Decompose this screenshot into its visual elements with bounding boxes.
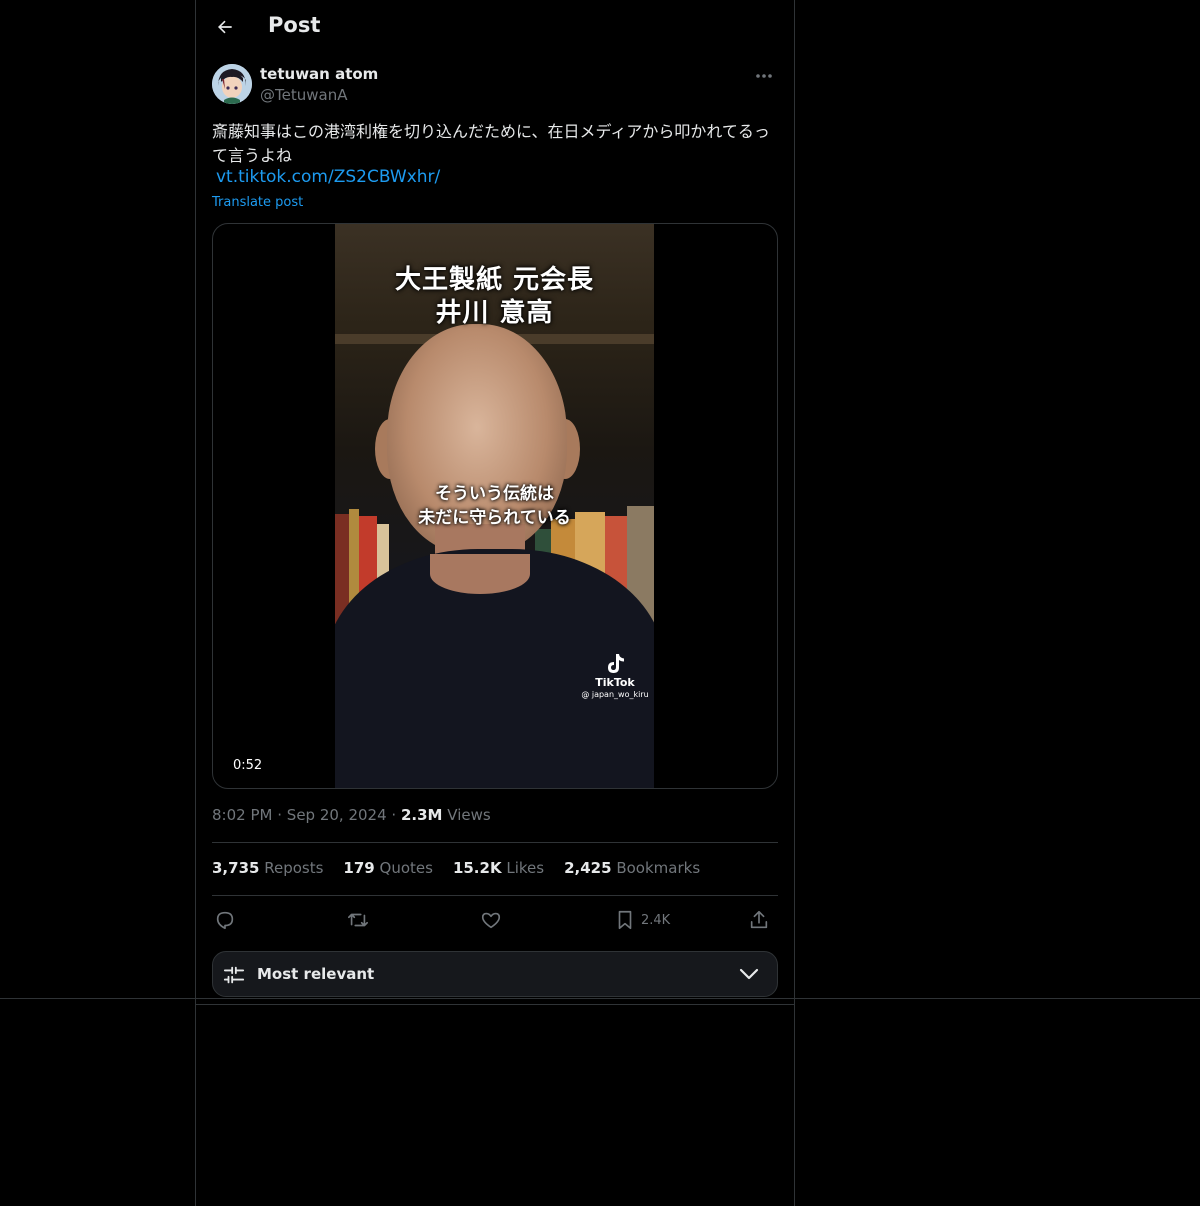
post-stats: 3,735 Reposts 179 Quotes 15.2K Likes 2,4… bbox=[212, 859, 778, 877]
repost-button[interactable] bbox=[346, 905, 370, 935]
tiktok-watermark: TikTok @ japan_wo_kiru bbox=[579, 652, 651, 700]
bookmarks-stat[interactable]: 2,425 Bookmarks bbox=[564, 859, 700, 877]
separator-dot: · bbox=[277, 806, 283, 824]
tiktok-brand-label: TikTok bbox=[595, 676, 635, 689]
post-link[interactable]: vt.tiktok.com/ZS2CBWxhr/ bbox=[216, 167, 440, 187]
post-author: tetuwan atom @TetuwanA bbox=[212, 64, 778, 108]
tiktok-logo-icon bbox=[608, 654, 624, 673]
translate-post-link[interactable]: Translate post bbox=[212, 195, 303, 210]
arrow-left-icon bbox=[218, 20, 232, 34]
more-options-button[interactable] bbox=[750, 66, 778, 86]
sliders-icon bbox=[223, 966, 245, 984]
heart-icon bbox=[481, 912, 501, 929]
post-actions: 2.4K bbox=[212, 905, 778, 935]
video-duration: 0:52 bbox=[225, 756, 271, 775]
page-title: Post bbox=[268, 13, 321, 37]
tiktok-username: @ japan_wo_kiru bbox=[581, 690, 649, 699]
video-overlay-caption: そういう伝統は 未だに守られている bbox=[418, 484, 571, 528]
video-frame: 大王製紙 元会長 井川 意高 そういう伝統は 未だに守られている TikTok … bbox=[335, 224, 654, 788]
views-label: Views bbox=[447, 806, 491, 824]
quotes-stat[interactable]: 179 Quotes bbox=[343, 859, 433, 877]
bookmark-icon bbox=[618, 910, 632, 930]
sort-label: Most relevant bbox=[257, 965, 375, 983]
likes-stat[interactable]: 15.2K Likes bbox=[453, 859, 544, 877]
page-header: Post bbox=[196, 0, 794, 54]
video-player[interactable]: 大王製紙 元会長 井川 意高 そういう伝統は 未だに守られている TikTok … bbox=[212, 223, 778, 789]
video-overlay-title: 大王製紙 元会長 井川 意高 bbox=[394, 265, 595, 328]
like-button[interactable] bbox=[480, 905, 502, 935]
reply-sort-dropdown[interactable]: Most relevant bbox=[212, 951, 778, 997]
primary-column: Post tetuwan atom @TetuwanA 斎藤知事はこの港湾利権を… bbox=[195, 0, 795, 1206]
reposts-stat[interactable]: 3,735 Reposts bbox=[212, 859, 323, 877]
avatar[interactable] bbox=[212, 64, 252, 104]
post-date[interactable]: Sep 20, 2024 bbox=[287, 806, 387, 824]
reply-icon bbox=[216, 911, 234, 930]
author-handle[interactable]: @TetuwanA bbox=[260, 86, 347, 104]
chevron-down-icon bbox=[739, 968, 759, 980]
divider bbox=[212, 842, 778, 843]
reply-button[interactable] bbox=[214, 905, 236, 935]
bookmark-count: 2.4K bbox=[641, 912, 671, 928]
divider bbox=[196, 1004, 794, 1005]
avatar-image bbox=[212, 64, 252, 104]
more-horizontal-icon bbox=[756, 74, 772, 78]
back-button[interactable] bbox=[212, 14, 238, 40]
divider bbox=[212, 895, 778, 896]
share-button[interactable] bbox=[748, 905, 770, 935]
horizontal-rule bbox=[0, 998, 1200, 999]
post-text: 斎藤知事はこの港湾利権を切り込んだために、在日メディアから叩かれてるって言うよね bbox=[212, 122, 770, 165]
share-icon bbox=[750, 910, 768, 929]
bookmark-button[interactable]: 2.4K bbox=[615, 905, 670, 935]
views-count: 2.3M bbox=[400, 806, 443, 824]
repost-icon bbox=[348, 913, 368, 927]
author-display-name[interactable]: tetuwan atom bbox=[260, 65, 378, 83]
post-metadata: 8:02 PM · Sep 20, 2024 · 2.3M Views bbox=[212, 806, 491, 824]
post-time[interactable]: 8:02 PM bbox=[212, 806, 272, 824]
separator-dot: · bbox=[391, 806, 397, 824]
